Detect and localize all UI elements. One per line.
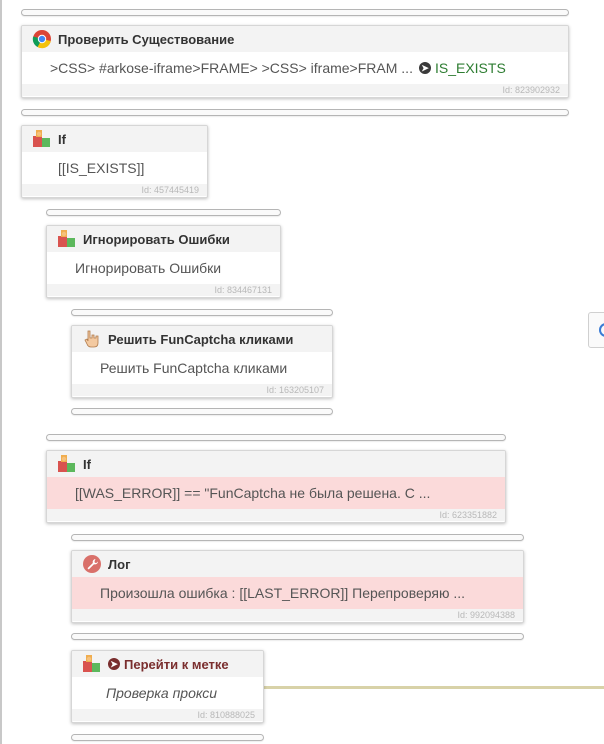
block-id: Id: 810888025 (72, 709, 263, 721)
block-header: If (22, 126, 207, 152)
canvas-left-border (0, 0, 2, 744)
block-connector[interactable] (21, 109, 569, 116)
block-header: If (47, 451, 505, 477)
block-title: If (58, 131, 66, 147)
pointer-hand-icon (82, 329, 102, 349)
wrench-icon (82, 554, 102, 574)
block-body-text: Решить FunCaptcha кликами (100, 360, 288, 376)
block-id: Id: 823902932 (22, 84, 568, 96)
block-body-text: Проверка прокси (106, 685, 218, 701)
block-connector[interactable] (71, 408, 333, 415)
action-block-log[interactable]: Лог Произошла ошибка : [[LAST_ERROR]] Пе… (71, 550, 524, 623)
block-title: If (83, 456, 91, 472)
block-connector[interactable] (71, 734, 264, 741)
block-title: Решить FunCaptcha кликами (108, 331, 294, 347)
side-panel-toggle[interactable] (588, 312, 604, 348)
block-body: >CSS> #arkose-iframe>FRAME> >CSS> iframe… (22, 52, 568, 84)
action-block-goto-label[interactable]: ➤ Перейти к метке Проверка прокси Id: 81… (71, 650, 264, 723)
puzzle-icon (82, 654, 102, 674)
goto-link-line (264, 686, 604, 689)
block-body-text: [[WAS_ERROR]] == "FunCaptcha не была реш… (75, 485, 431, 501)
action-block-ignore-errors[interactable]: Игнорировать Ошибки Игнорировать Ошибки … (46, 225, 281, 298)
block-connector[interactable] (46, 209, 281, 216)
block-id: Id: 163205107 (72, 384, 332, 396)
action-block-check-exists[interactable]: Проверить Существование >CSS> #arkose-if… (21, 25, 569, 98)
block-body: Произошла ошибка : [[LAST_ERROR]] Перепр… (72, 577, 523, 609)
block-body: Решить FunCaptcha кликами (72, 352, 332, 384)
arrow-right-circle-icon: ➤ (418, 62, 431, 74)
block-connector[interactable] (71, 534, 524, 541)
block-body: [[WAS_ERROR]] == "FunCaptcha не была реш… (47, 477, 505, 509)
puzzle-icon (57, 229, 77, 249)
block-connector[interactable] (71, 309, 333, 316)
block-header: Решить FunCaptcha кликами (72, 326, 332, 352)
block-body-text: Игнорировать Ошибки (75, 260, 222, 276)
block-title: Проверить Существование (58, 31, 235, 47)
arrow-right-circle-icon: ➤ (108, 658, 120, 670)
block-connector[interactable] (71, 633, 524, 640)
action-block-if-was-error[interactable]: If [[WAS_ERROR]] == "FunCaptcha не была … (46, 450, 506, 523)
puzzle-icon (57, 454, 77, 474)
block-body-text: >CSS> #arkose-iframe>FRAME> >CSS> iframe… (50, 60, 413, 76)
block-id: Id: 834467131 (47, 284, 280, 296)
puzzle-icon (32, 129, 52, 149)
block-connector[interactable] (21, 9, 569, 16)
result-variable: IS_EXISTS (434, 60, 506, 76)
block-header: Лог (72, 551, 523, 577)
block-body: [[IS_EXISTS]] (22, 152, 207, 184)
chrome-icon (32, 29, 52, 49)
block-body: Игнорировать Ошибки (47, 252, 280, 284)
block-header: ➤ Перейти к метке (72, 651, 263, 677)
block-title: Перейти к метке (124, 656, 229, 672)
block-id: Id: 992094388 (72, 609, 523, 621)
refresh-icon (599, 323, 604, 337)
action-block-solve-funcaptcha[interactable]: Решить FunCaptcha кликами Решить FunCapt… (71, 325, 333, 398)
block-header: Игнорировать Ошибки (47, 226, 280, 252)
block-connector[interactable] (46, 434, 506, 441)
action-block-if[interactable]: If [[IS_EXISTS]] Id: 457445419 (21, 125, 208, 198)
block-body-text: [[IS_EXISTS]] (58, 160, 145, 176)
block-title: Игнорировать Ошибки (83, 231, 230, 247)
block-id: Id: 457445419 (22, 184, 207, 196)
block-id: Id: 623351882 (47, 509, 505, 521)
block-header: Проверить Существование (22, 26, 568, 52)
block-body-text: Произошла ошибка : [[LAST_ERROR]] Перепр… (100, 585, 466, 601)
block-title: Лог (108, 556, 131, 572)
block-body: Проверка прокси (72, 677, 263, 709)
